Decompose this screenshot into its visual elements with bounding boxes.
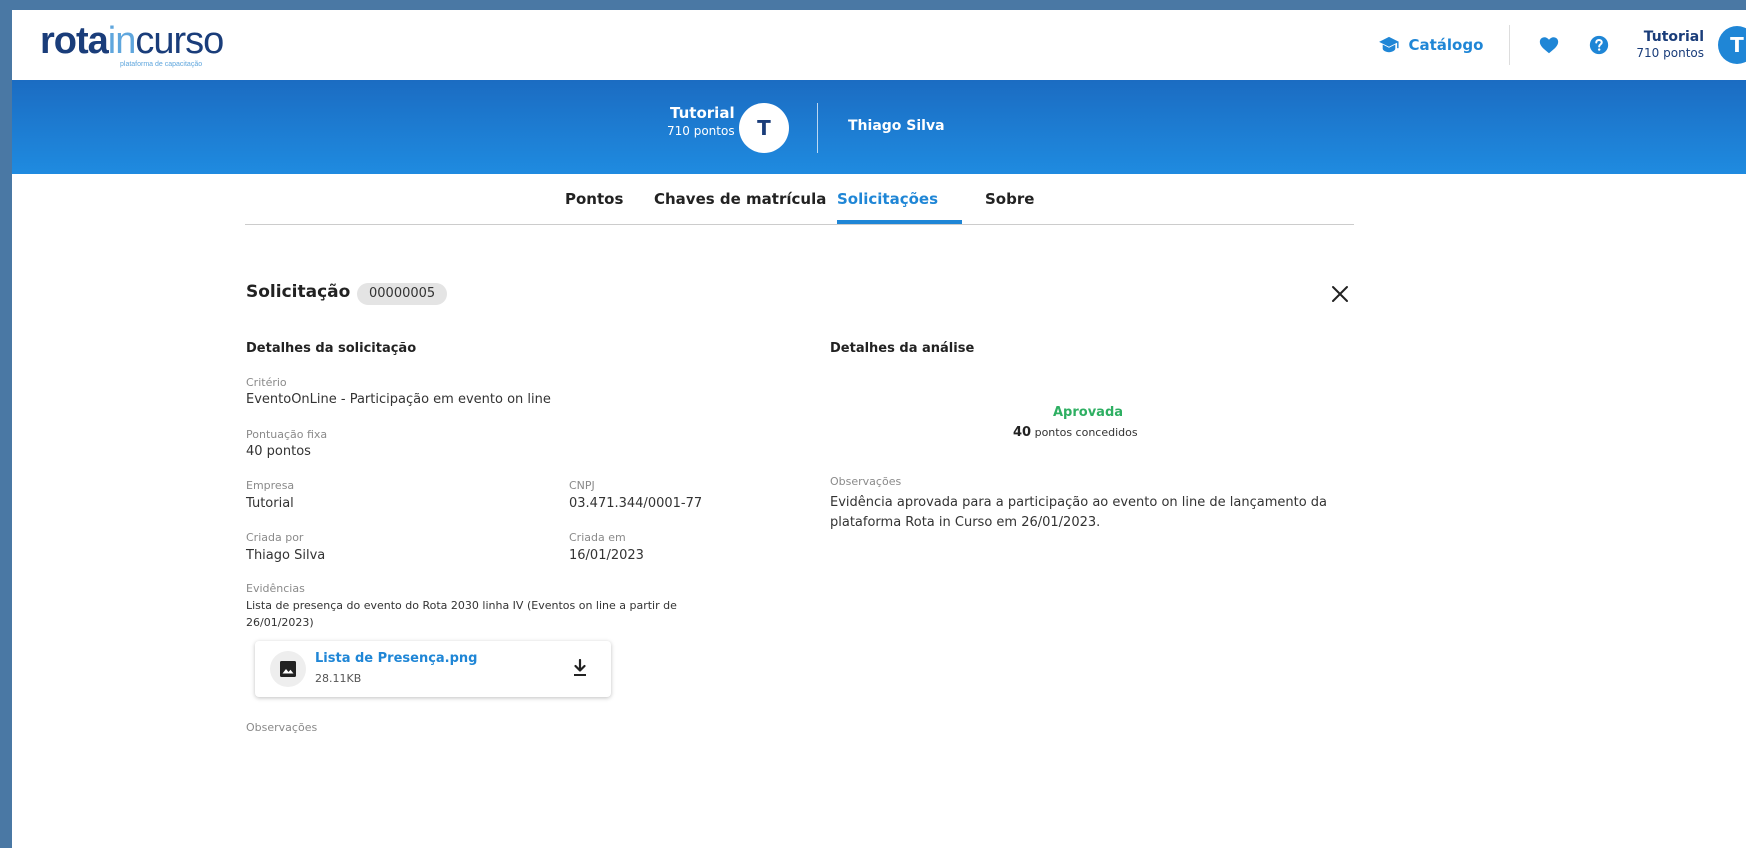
analysis-observations-label: Observações bbox=[830, 475, 902, 488]
evidence-label: Evidências bbox=[246, 582, 305, 595]
evidence-file-size: 28.11KB bbox=[315, 672, 362, 685]
active-tab-indicator bbox=[837, 220, 962, 224]
analysis-details-title: Detalhes da análise bbox=[830, 341, 975, 356]
close-icon bbox=[1332, 286, 1348, 302]
request-observations-label: Observações bbox=[246, 721, 318, 734]
analysis-status: Aprovada bbox=[1053, 405, 1124, 420]
analysis-observations-value: Evidência aprovada para a participação a… bbox=[830, 495, 1328, 530]
tab-pontos[interactable]: Pontos bbox=[565, 190, 623, 208]
download-button[interactable] bbox=[569, 657, 591, 679]
close-button[interactable] bbox=[1328, 282, 1352, 306]
logo-curso: curso bbox=[135, 20, 224, 62]
fixed-score-value: 40 pontos bbox=[246, 444, 311, 459]
catalog-link[interactable]: Catálogo bbox=[1378, 25, 1511, 65]
evidence-file-name[interactable]: Lista de Presença.png bbox=[315, 651, 478, 666]
file-thumbnail bbox=[270, 651, 306, 687]
criteria-value: EventoOnLine - Participação em evento on… bbox=[246, 392, 551, 407]
points-granted: 40 pontos concedidos bbox=[1013, 425, 1138, 440]
cnpj-value: 03.471.344/0001-77 bbox=[569, 496, 703, 511]
question-icon bbox=[1590, 35, 1609, 55]
company-label: Empresa bbox=[246, 479, 295, 492]
evidence-file-card[interactable]: Lista de Presença.png 28.11KB bbox=[255, 641, 611, 697]
points-granted-value: 40 bbox=[1013, 425, 1032, 440]
image-icon bbox=[280, 661, 296, 677]
tab-solicitacoes[interactable]: Solicitações bbox=[837, 190, 938, 208]
header-avatar[interactable]: T bbox=[1718, 26, 1746, 64]
tab-chaves-de-matricula[interactable]: Chaves de matrícula bbox=[654, 190, 826, 208]
created-at-label: Criada em bbox=[569, 531, 626, 544]
header-user-points: 710 pontos bbox=[1636, 46, 1704, 60]
help-button[interactable] bbox=[1588, 34, 1610, 56]
header-user-name: Tutorial bbox=[1643, 29, 1704, 45]
heart-icon bbox=[1540, 37, 1559, 54]
company-value: Tutorial bbox=[246, 496, 294, 511]
created-at-value: 16/01/2023 bbox=[569, 548, 644, 563]
banner-divider bbox=[817, 103, 818, 153]
banner-avatar: T bbox=[739, 103, 789, 153]
request-title: Solicitação bbox=[246, 282, 351, 302]
logo-in: in bbox=[107, 20, 137, 62]
request-number-badge: 00000005 bbox=[357, 283, 448, 305]
evidence-value: Lista de presença do evento do Rota 2030… bbox=[246, 599, 677, 629]
profile-tabs: Pontos Chaves de matrícula Solicitações … bbox=[245, 174, 1354, 225]
request-details-title: Detalhes da solicitação bbox=[246, 341, 417, 356]
banner-user-info: Tutorial 710 pontos bbox=[667, 104, 735, 140]
criteria-label: Critério bbox=[246, 376, 287, 389]
profile-banner: Tutorial 710 pontos T Thiago Silva bbox=[12, 80, 1746, 174]
header-user-info[interactable]: Tutorial 710 pontos bbox=[1636, 29, 1704, 61]
top-bar: rotaincurso plataforma de capacitação Ca… bbox=[12, 10, 1746, 80]
top-right-actions: Catálogo Tutorial 710 pontos T bbox=[1378, 10, 1746, 80]
catalog-label: Catálogo bbox=[1408, 36, 1484, 54]
banner-profile-name: Thiago Silva bbox=[848, 118, 945, 134]
created-by-value: Thiago Silva bbox=[246, 548, 326, 563]
download-icon bbox=[574, 659, 586, 676]
logo-rota: rota bbox=[40, 20, 109, 62]
graduation-cap-icon bbox=[1379, 36, 1400, 53]
banner-user-points: 710 pontos bbox=[667, 124, 735, 138]
points-granted-suffix: pontos concedidos bbox=[1034, 426, 1138, 439]
favorites-button[interactable] bbox=[1538, 34, 1560, 56]
app-frame: rotaincurso plataforma de capacitação Ca… bbox=[0, 0, 1746, 848]
fixed-score-label: Pontuação fixa bbox=[246, 428, 328, 441]
banner-user-name: Tutorial bbox=[670, 104, 735, 122]
cnpj-label: CNPJ bbox=[569, 479, 595, 492]
logo-tagline: plataforma de capacitação bbox=[120, 61, 203, 68]
logo[interactable]: rotaincurso plataforma de capacitação bbox=[40, 20, 224, 72]
created-by-label: Criada por bbox=[246, 531, 304, 544]
tab-sobre[interactable]: Sobre bbox=[985, 190, 1034, 208]
